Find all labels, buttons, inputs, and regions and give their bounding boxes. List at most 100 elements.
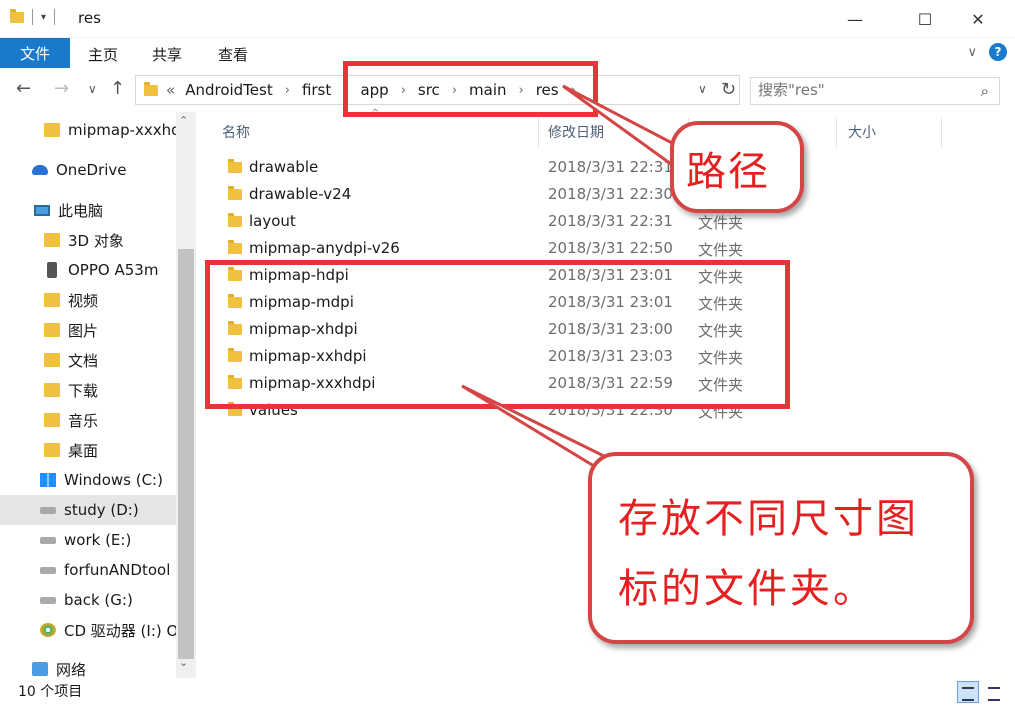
window-title: res (78, 9, 101, 27)
tab-home[interactable]: 主页 (88, 44, 118, 65)
folders-callout-label: 存放不同尺寸图 标的文件夹。 (618, 484, 919, 624)
sidebar-item-videos[interactable]: 视频 (0, 285, 178, 315)
folder-icon (144, 82, 158, 96)
sidebar-item-cd-drive[interactable]: CD 驱动器 (I:) O (0, 615, 178, 645)
folder-icon (228, 159, 242, 173)
separator (54, 9, 56, 25)
breadcrumb-item[interactable]: AndroidTest (185, 81, 273, 99)
breadcrumb-overflow[interactable]: « (166, 81, 175, 99)
details-view-button[interactable] (957, 681, 979, 703)
file-type: 文件夹 (698, 214, 744, 232)
column-header-size[interactable]: 大小 (848, 122, 876, 142)
download-folder-icon (44, 383, 60, 397)
folders-callout-line1: 存放不同尺寸图 (618, 496, 919, 542)
item-count: 10 个项目 (18, 684, 83, 700)
sidebar-item-downloads[interactable]: 下载 (0, 375, 178, 405)
scrollbar-thumb[interactable] (178, 249, 194, 659)
recent-locations-button[interactable]: ∨ (88, 82, 97, 96)
sidebar-item-music[interactable]: 音乐 (0, 405, 178, 435)
file-date: 2018/3/31 22:31 (548, 212, 673, 230)
breadcrumb-item[interactable]: first (302, 81, 331, 99)
path-callout: 路径 (670, 121, 804, 213)
up-button[interactable]: ↑ (110, 78, 125, 99)
back-button[interactable]: ← (16, 78, 31, 99)
file-name: drawable (249, 158, 319, 176)
file-name: drawable-v24 (249, 185, 352, 203)
drive-icon (40, 566, 56, 574)
column-divider[interactable] (836, 118, 837, 148)
column-divider[interactable] (941, 118, 942, 148)
path-callout-label: 路径 (686, 149, 770, 195)
sidebar-item-desktop[interactable]: 桌面 (0, 435, 178, 465)
sidebar-item-drive-g[interactable]: back (G:) (0, 585, 178, 615)
sidebar-item-pictures[interactable]: 图片 (0, 315, 178, 345)
table-row[interactable]: drawable-v242018/3/31 22:30文件夹 (196, 181, 1015, 208)
sidebar-item-this-pc[interactable]: 此电脑 (0, 195, 178, 225)
cd-icon (40, 623, 56, 637)
minimize-button[interactable]: — (832, 0, 878, 38)
search-input[interactable] (758, 81, 958, 99)
quick-access-dropdown-icon[interactable]: ▾ (41, 12, 46, 23)
sidebar-item-drive-e[interactable]: work (E:) (0, 525, 178, 555)
folder-icon (10, 8, 24, 23)
drive-icon (40, 506, 56, 514)
windows-drive-icon (40, 473, 56, 487)
close-button[interactable]: ✕ (955, 0, 1001, 38)
column-divider[interactable] (538, 118, 539, 148)
column-header-name[interactable]: 名称 (222, 122, 250, 142)
forward-button[interactable]: → (54, 78, 69, 99)
folder-icon (228, 213, 242, 227)
navigation-pane: mipmap-xxxhd OneDrive 此电脑 3D 对象 OPPO A53… (0, 112, 196, 678)
cloud-icon (32, 165, 48, 175)
document-folder-icon (44, 353, 60, 367)
scroll-up-icon[interactable]: ⌃ (179, 114, 188, 127)
ribbon-collapse-icon[interactable]: ∨ (967, 45, 977, 60)
scroll-down-icon[interactable]: ⌄ (179, 656, 188, 669)
column-header-date[interactable]: 修改日期 (548, 122, 604, 142)
folders-callout-line2: 标的文件夹。 (618, 566, 876, 612)
tab-file[interactable]: 文件 (0, 38, 70, 68)
sidebar-item-drive-c[interactable]: Windows (C:) (0, 465, 178, 495)
folder-icon (228, 186, 242, 200)
drive-icon (40, 596, 56, 604)
pc-icon (34, 204, 50, 216)
tab-view[interactable]: 查看 (218, 44, 248, 65)
desktop-folder-icon (44, 443, 60, 457)
folder-icon (228, 240, 242, 254)
table-row[interactable]: layout 2018/3/31 22:31 文件夹 (196, 208, 1015, 235)
phone-icon (47, 262, 57, 278)
folders-callout: 存放不同尺寸图 标的文件夹。 (588, 452, 974, 644)
sidebar-item-3d-objects[interactable]: 3D 对象 (0, 225, 178, 255)
path-highlight-box (343, 61, 598, 117)
table-row[interactable]: mipmap-anydpi-v26 2018/3/31 22:50 文件夹 (196, 235, 1015, 262)
help-icon[interactable]: ? (989, 43, 1007, 61)
address-dropdown-icon[interactable]: ∨ (698, 82, 707, 96)
picture-folder-icon (44, 323, 60, 337)
file-name: layout (249, 212, 296, 230)
file-name: mipmap-anydpi-v26 (249, 239, 400, 257)
sidebar-item-drive-d[interactable]: study (D:) (0, 495, 178, 525)
network-icon (32, 662, 48, 676)
file-date: 2018/3/31 22:31 (548, 158, 673, 176)
table-row[interactable]: drawable2018/3/31 22:31文件夹 (196, 154, 1015, 181)
tab-share[interactable]: 共享 (152, 44, 182, 65)
sidebar-item-mipmap-xxxhdpi[interactable]: mipmap-xxxhd (0, 115, 181, 145)
search-box[interactable]: ⌕ (750, 77, 1000, 105)
file-date: 2018/3/31 22:50 (548, 239, 673, 257)
search-icon[interactable]: ⌕ (981, 82, 989, 100)
sidebar-item-onedrive[interactable]: OneDrive (0, 155, 178, 185)
separator (32, 9, 33, 25)
folder-icon (44, 123, 60, 137)
folder-icon (44, 233, 60, 247)
large-icons-view-button[interactable] (983, 681, 1005, 703)
video-folder-icon (44, 293, 60, 307)
refresh-icon[interactable]: ↻ (721, 79, 736, 100)
sidebar-item-phone[interactable]: OPPO A53m (0, 255, 178, 285)
maximize-button[interactable]: ☐ (902, 0, 948, 38)
title-bar: ▾ res — ☐ ✕ (0, 0, 1015, 38)
sidebar-item-network[interactable]: 网络 (0, 654, 178, 678)
chevron-right-icon[interactable]: › (285, 83, 290, 98)
sidebar-item-drive-f[interactable]: forfunANDtool (0, 555, 178, 585)
sidebar-scrollbar[interactable]: ⌃ ⌄ (176, 112, 196, 678)
sidebar-item-documents[interactable]: 文档 (0, 345, 178, 375)
